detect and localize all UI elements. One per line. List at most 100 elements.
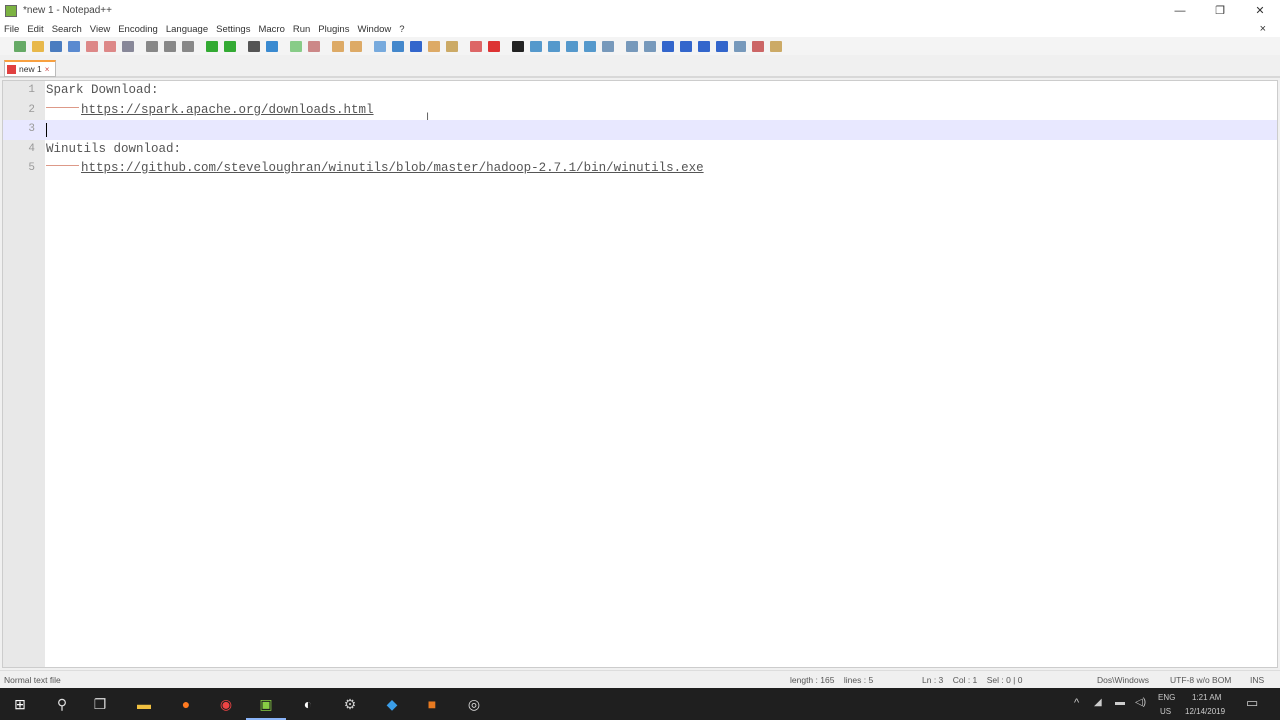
toolbar-button-icon[interactable] xyxy=(374,40,386,52)
toolbar-button-icon[interactable] xyxy=(182,40,194,52)
maximize-button[interactable]: ❐ xyxy=(1200,0,1240,21)
toolbar-button-icon[interactable] xyxy=(14,40,26,52)
toolbar-button-icon[interactable] xyxy=(290,40,302,52)
toolbar-button-icon[interactable] xyxy=(350,40,362,52)
toolbar-button-icon[interactable] xyxy=(488,40,500,52)
notepad-plus-plus-icon[interactable]: ▣ xyxy=(246,694,286,720)
url-link[interactable]: https://github.com/steveloughran/winutil… xyxy=(81,161,704,175)
toolbar-button-icon[interactable] xyxy=(626,40,638,52)
toolbar-button-icon[interactable] xyxy=(308,40,320,52)
toolbar-button-icon[interactable] xyxy=(548,40,560,52)
close-document-icon[interactable]: × xyxy=(1260,23,1266,35)
text: Winutils download: xyxy=(46,141,182,156)
toolbar-button-icon[interactable] xyxy=(266,40,278,52)
show-hidden-icons[interactable]: ^ xyxy=(1074,697,1079,709)
editor-line[interactable]: 4 Winutils download: xyxy=(3,140,1277,160)
toolbar-button-icon[interactable] xyxy=(164,40,176,52)
clock-date[interactable]: 12/14/2019 xyxy=(1185,707,1225,716)
toolbar-button-icon[interactable] xyxy=(392,40,404,52)
status-encoding: UTF-8 w/o BOM xyxy=(1170,675,1232,685)
app-circle-icon[interactable]: ◎ xyxy=(464,694,484,714)
editor-line[interactable]: 5 https://github.com/steveloughran/winuti… xyxy=(3,159,1277,179)
toolbar-button-icon[interactable] xyxy=(446,40,458,52)
toolbar-button-icon[interactable] xyxy=(68,40,80,52)
notepad-plus-plus-icon xyxy=(5,4,17,17)
toolbar-button-icon[interactable] xyxy=(752,40,764,52)
toolbar-button-icon[interactable] xyxy=(680,40,692,52)
toolbar-button-icon[interactable] xyxy=(224,40,236,52)
menu-macro[interactable]: Macro xyxy=(258,24,284,35)
toolbar-button-icon[interactable] xyxy=(770,40,782,52)
firefox-icon[interactable]: ● xyxy=(176,694,196,714)
toolbar-button-icon[interactable] xyxy=(146,40,158,52)
notifications-icon[interactable]: ▭ xyxy=(1246,695,1258,711)
toolbar xyxy=(0,37,1280,55)
clock-time[interactable]: 1:21 AM xyxy=(1192,693,1221,702)
toolbar-button-icon[interactable] xyxy=(716,40,728,52)
taskbar: ⊞ ⚲ ❐ ▬ ● ◉ ▣ ◐ ⚙ ◆ ■ ◎ ^ ◢ ▬ ◁) ENG US 1:21 AM 12/… xyxy=(0,688,1280,720)
chrome-icon[interactable]: ◉ xyxy=(216,694,236,714)
tab-close-icon[interactable]: × xyxy=(45,65,50,74)
toolbar-button-icon[interactable] xyxy=(566,40,578,52)
toolbar-button-icon[interactable] xyxy=(602,40,614,52)
toolbar-button-icon[interactable] xyxy=(644,40,656,52)
toolbar-button-icon[interactable] xyxy=(32,40,44,52)
file-explorer-icon[interactable]: ▬ xyxy=(134,694,154,714)
vscode-icon[interactable]: ◆ xyxy=(382,694,402,714)
editor-line[interactable]: 3 xyxy=(3,120,1277,140)
toolbar-button-icon[interactable] xyxy=(662,40,674,52)
toolbar-button-icon[interactable] xyxy=(428,40,440,52)
close-button[interactable]: ✕ xyxy=(1240,0,1280,21)
menu-settings[interactable]: Settings xyxy=(216,24,250,35)
menu-encoding[interactable]: Encoding xyxy=(118,24,158,35)
network-icon[interactable]: ◢ xyxy=(1094,697,1102,708)
app-u-icon[interactable]: ◐ xyxy=(298,694,318,714)
minimize-button[interactable]: — xyxy=(1160,0,1200,21)
toolbar-button-icon[interactable] xyxy=(470,40,482,52)
tab-arrow-icon xyxy=(46,165,79,167)
search-icon[interactable]: ⚲ xyxy=(52,694,72,714)
editor-line[interactable]: 1 Spark Download: xyxy=(3,81,1277,101)
status-length: length : 165 lines : 5 xyxy=(790,675,874,685)
menu-search[interactable]: Search xyxy=(52,24,82,35)
toolbar-button-icon[interactable] xyxy=(698,40,710,52)
app-orange-icon[interactable]: ■ xyxy=(422,694,442,714)
tab-arrow-icon xyxy=(46,106,79,108)
start-icon[interactable]: ⊞ xyxy=(10,694,30,714)
toolbar-button-icon[interactable] xyxy=(332,40,344,52)
menu-language[interactable]: Language xyxy=(166,24,208,35)
line-text: https://github.com/steveloughran/winutil… xyxy=(46,159,704,179)
line-number: 3 xyxy=(28,123,35,135)
toolbar-button-icon[interactable] xyxy=(530,40,542,52)
menu-plugins[interactable]: Plugins xyxy=(318,24,349,35)
task-view-icon[interactable]: ❐ xyxy=(90,694,110,714)
toolbar-button-icon[interactable] xyxy=(206,40,218,52)
menu-file[interactable]: File xyxy=(4,24,19,35)
toolbar-button-icon[interactable] xyxy=(86,40,98,52)
battery-icon[interactable]: ▬ xyxy=(1115,697,1125,708)
toolbar-button-icon[interactable] xyxy=(584,40,596,52)
toolbar-button-icon[interactable] xyxy=(410,40,422,52)
input-region[interactable]: US xyxy=(1160,707,1171,716)
input-language[interactable]: ENG xyxy=(1158,693,1175,702)
toolbar-button-icon[interactable] xyxy=(50,40,62,52)
editor-line[interactable]: 2 https://spark.apache.org/downloads.html xyxy=(3,101,1277,121)
menu-view[interactable]: View xyxy=(90,24,110,35)
line-number: 1 xyxy=(28,84,35,96)
toolbar-button-icon[interactable] xyxy=(248,40,260,52)
editor[interactable]: 1 Spark Download: 2 https://spark.apache.or… xyxy=(2,80,1278,668)
menu-window[interactable]: Window xyxy=(357,24,391,35)
url-link[interactable]: https://spark.apache.org/downloads.html xyxy=(81,103,374,117)
line-text: Spark Download: xyxy=(46,81,159,101)
app-gear-icon[interactable]: ⚙ xyxy=(340,694,360,714)
toolbar-button-icon[interactable] xyxy=(122,40,134,52)
toolbar-button-icon[interactable] xyxy=(512,40,524,52)
menu-edit[interactable]: Edit xyxy=(27,24,43,35)
volume-icon[interactable]: ◁) xyxy=(1135,697,1146,708)
menu-run[interactable]: Run xyxy=(293,24,310,35)
window-title: *new 1 - Notepad++ xyxy=(23,5,112,16)
toolbar-button-icon[interactable] xyxy=(734,40,746,52)
tab-new-1[interactable]: new 1 × xyxy=(4,60,56,77)
toolbar-button-icon[interactable] xyxy=(104,40,116,52)
menu-help[interactable]: ? xyxy=(399,24,404,35)
